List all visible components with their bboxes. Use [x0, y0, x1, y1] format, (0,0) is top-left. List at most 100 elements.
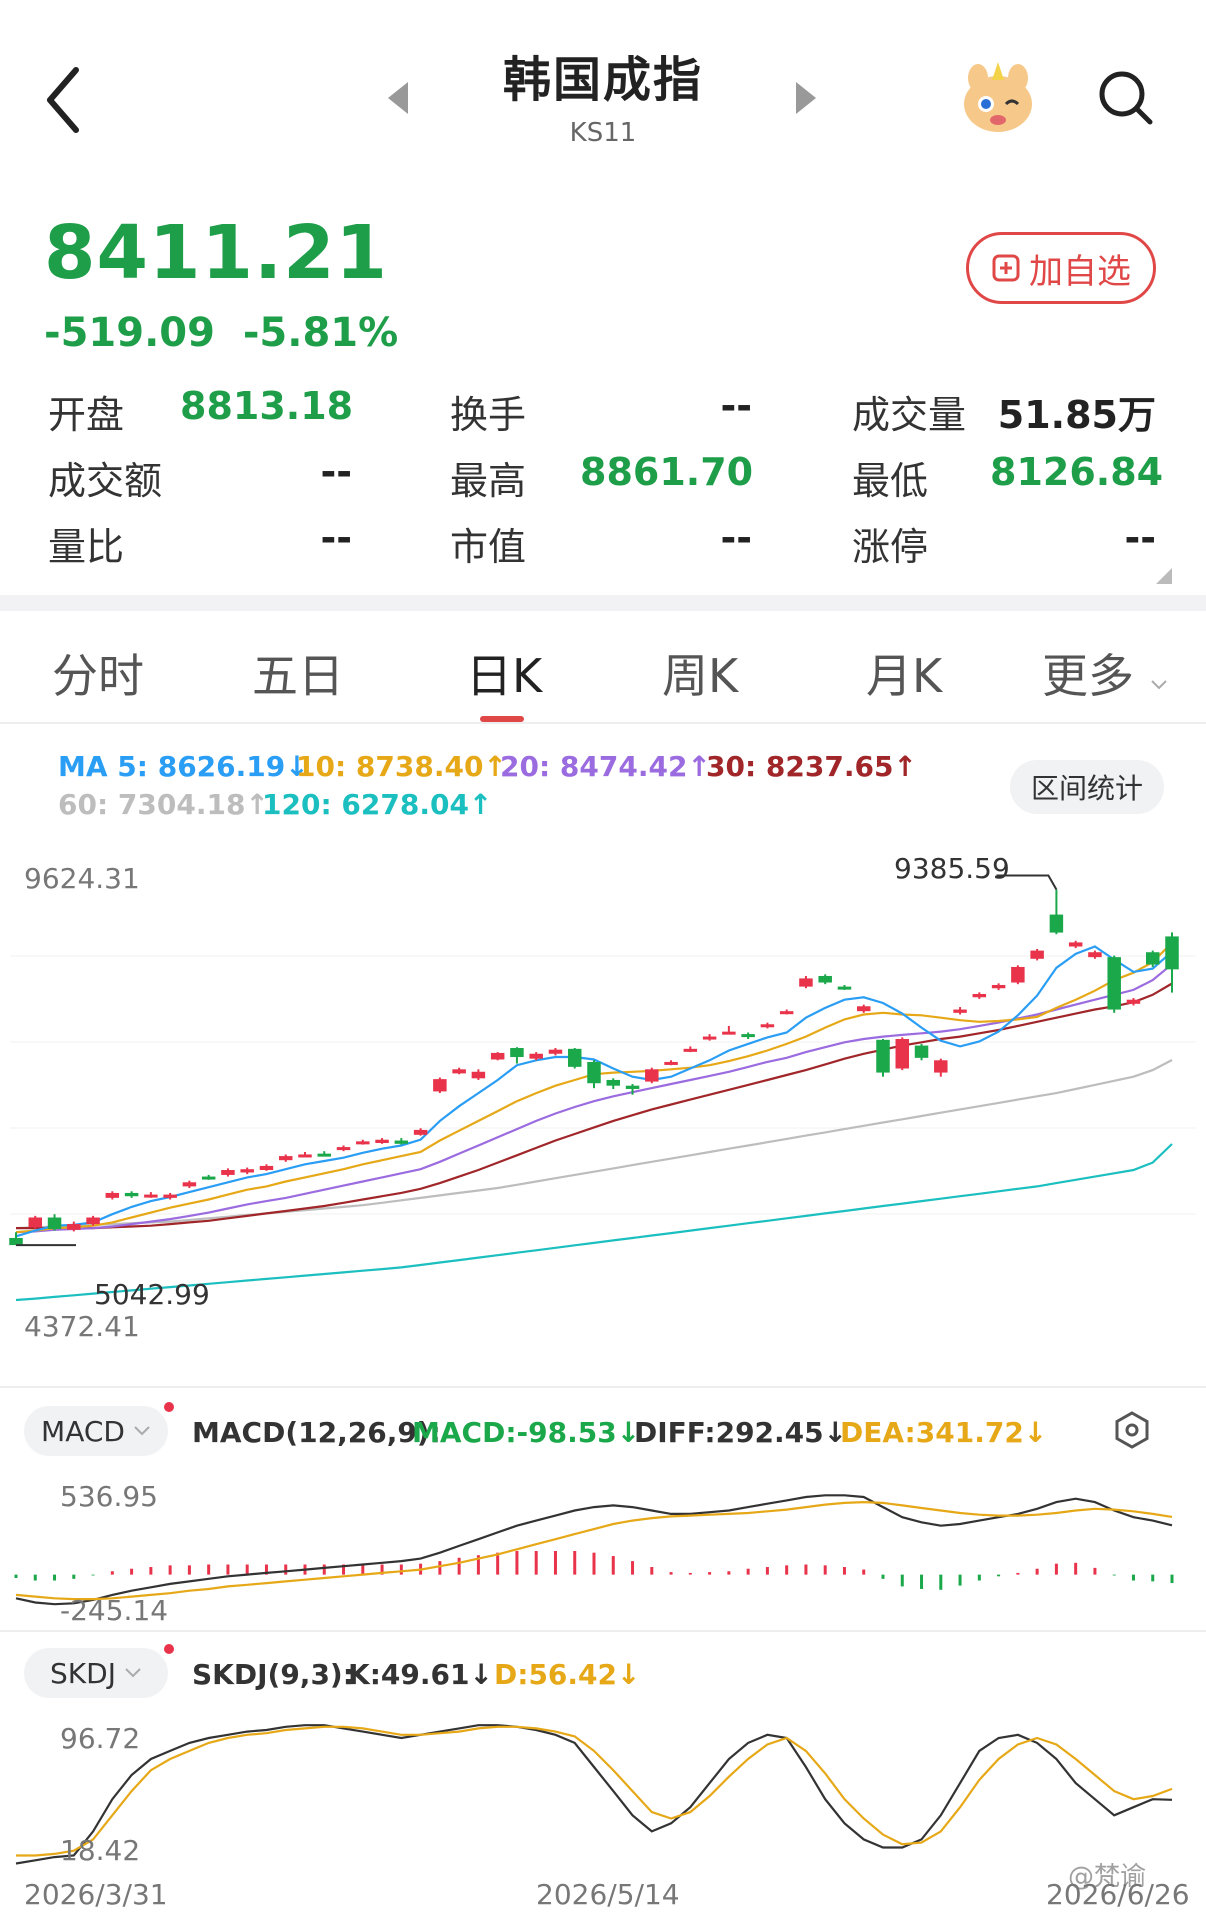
candle-body — [298, 1154, 312, 1158]
ma30-legend: 30: 8237.65↑ — [706, 750, 917, 783]
candle-body — [683, 1048, 698, 1052]
skdj-y-top-label: 96.72 — [60, 1722, 141, 1755]
high-label: 最高 — [450, 459, 527, 503]
volume-ratio-value: -- — [320, 516, 352, 560]
candle-body — [876, 1039, 890, 1073]
low-label: 最低 — [852, 459, 929, 503]
candle-body — [201, 1176, 216, 1180]
candle-body — [510, 1048, 524, 1058]
range-stats-button[interactable]: 区间统计 — [1010, 760, 1164, 814]
candle-body — [278, 1156, 293, 1161]
next-stock-button[interactable] — [796, 82, 816, 114]
candle-body — [934, 1060, 948, 1073]
candle-body — [413, 1129, 428, 1135]
turnover-value: -- — [720, 384, 752, 428]
expand-stats-icon[interactable] — [1156, 568, 1172, 584]
candle-body — [163, 1194, 177, 1198]
candle-body — [47, 1217, 62, 1229]
candle-body — [953, 1009, 967, 1013]
candle-body — [394, 1140, 409, 1144]
amount-label: 成交额 — [48, 459, 163, 503]
tab-daily-k[interactable]: 日K — [466, 640, 542, 706]
candle-body — [240, 1169, 254, 1173]
candle-body — [317, 1153, 332, 1157]
skdj-y-bottom-label: 18.42 — [60, 1834, 141, 1867]
skdj-chart[interactable] — [0, 1710, 1206, 1880]
volume-ratio-label: 量比 — [48, 525, 125, 569]
candle-body — [818, 975, 832, 983]
candle-body — [490, 1052, 505, 1060]
skdj-selector-label: SKDJ — [50, 1656, 116, 1690]
tab-weekly-k[interactable]: 周K — [662, 640, 738, 706]
candle-body — [336, 1147, 351, 1151]
candle-body — [606, 1079, 621, 1086]
tab-monthly-k[interactable]: 月K — [866, 640, 942, 706]
ma120-legend: 120: 6278.04↑ — [262, 788, 493, 821]
market-cap-value: -- — [720, 516, 752, 560]
candle-body — [664, 1061, 678, 1065]
ma20-legend: 20: 8474.42↑ — [500, 750, 711, 783]
candle-body — [1068, 942, 1083, 947]
macd-selector-label: MACD — [41, 1414, 125, 1448]
add-watchlist-button[interactable]: 加自选 — [966, 232, 1156, 304]
tab-intraday[interactable]: 分时 — [52, 640, 144, 706]
settings-icon[interactable] — [1112, 1410, 1152, 1450]
change-value: -519.09 — [44, 310, 215, 356]
limit-up-value: -- — [1124, 516, 1156, 560]
macd-chart[interactable] — [0, 1470, 1206, 1630]
macd-y-top-label: 536.95 — [60, 1480, 158, 1513]
diff-value: DIFF:292.45↓ — [634, 1416, 848, 1449]
candle-body — [1107, 957, 1121, 1010]
low-value: 8126.84 — [990, 450, 1164, 494]
notification-dot — [164, 1644, 174, 1654]
candle-body — [452, 1069, 466, 1074]
search-button[interactable] — [1096, 68, 1156, 128]
y-axis-top-label: 9624.31 — [24, 862, 140, 895]
candle-body — [972, 993, 987, 998]
macd-y-bottom-label: -245.14 — [60, 1594, 169, 1627]
candle-body — [375, 1139, 389, 1143]
candle-body — [105, 1192, 120, 1198]
panel-divider — [0, 1630, 1206, 1632]
candle-body — [779, 1011, 794, 1015]
skdj-selector[interactable]: SKDJ — [24, 1648, 168, 1698]
candle-body — [760, 1024, 775, 1028]
candle-body — [645, 1069, 659, 1082]
macd-selector[interactable]: MACD — [24, 1406, 168, 1456]
candle-body — [28, 1217, 43, 1228]
add-watchlist-label: 加自选 — [1029, 251, 1131, 292]
candle-body — [1088, 952, 1102, 958]
candle-body — [837, 986, 852, 990]
watermark: @梵谕 — [1068, 1862, 1147, 1892]
tab-five-day[interactable]: 五日 — [252, 640, 344, 706]
candle-body — [86, 1217, 100, 1225]
candle-body — [9, 1237, 23, 1246]
candle-body — [182, 1182, 197, 1187]
notification-dot — [164, 1402, 174, 1412]
candle-body — [259, 1165, 274, 1171]
last-price: 8411.21 — [44, 210, 389, 296]
skdj-params: SKDJ(9,3): — [192, 1658, 354, 1691]
d-line — [16, 1725, 1173, 1857]
candle-body — [856, 1006, 871, 1012]
candle-body — [124, 1192, 139, 1197]
tabs-divider — [0, 722, 1206, 724]
volume-label: 成交量 — [852, 393, 967, 437]
candle-body — [1011, 966, 1025, 983]
tab-more[interactable]: 更多 — [1042, 640, 1169, 706]
diff-line — [15, 1494, 1173, 1606]
candle-body — [567, 1048, 582, 1067]
candle-body — [144, 1194, 158, 1198]
change-percent: -5.81% — [242, 310, 399, 356]
candle-body — [1049, 914, 1064, 933]
k-value: K:49.61↓ — [348, 1658, 493, 1691]
volume-value: 51.85万 — [997, 393, 1156, 437]
chevron-down-icon — [134, 1426, 150, 1436]
mascot-icon[interactable] — [958, 58, 1038, 138]
ma10-legend: 10: 8738.40↑ — [296, 750, 507, 783]
candle-body — [356, 1141, 370, 1145]
candle-body — [914, 1045, 929, 1058]
open-label: 开盘 — [48, 393, 125, 437]
ma60-legend: 60: 7304.18↑ — [58, 788, 269, 821]
y-axis-bottom-label: 4372.41 — [24, 1310, 140, 1343]
